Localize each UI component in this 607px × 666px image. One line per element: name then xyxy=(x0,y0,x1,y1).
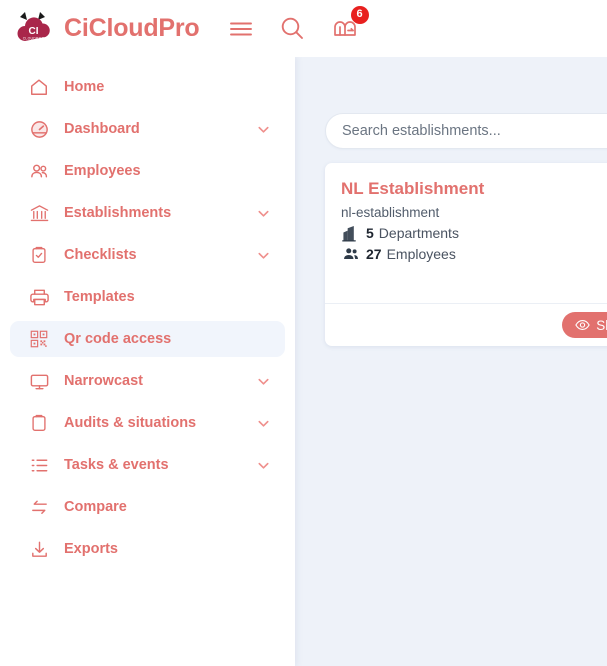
sidebar-item-qr-code-access[interactable]: Qr code access xyxy=(10,321,285,357)
sidebar-item-label: Narrowcast xyxy=(64,373,143,389)
chevron-down-icon[interactable] xyxy=(255,415,271,431)
sidebar-item-label: Qr code access xyxy=(64,331,172,347)
chevron-down-icon[interactable] xyxy=(255,247,271,263)
main-content: NL Establishment nl-establishment 5 Depa… xyxy=(295,57,607,666)
sidebar-item-templates[interactable]: Templates xyxy=(10,279,285,315)
sidebar-item-employees[interactable]: Employees xyxy=(10,153,285,189)
show-button-label: Show xyxy=(596,317,607,333)
employees-label: Employees xyxy=(386,246,456,262)
sidebar-nav: Home Dashboard Employees Establishments … xyxy=(0,57,295,666)
app-root: CI CLOUDPRO CiCloudPro 6 Home Dashboard … xyxy=(0,0,607,666)
users-icon xyxy=(28,160,50,182)
brand-title: CiCloudPro xyxy=(64,14,200,42)
clipboard-icon xyxy=(28,412,50,434)
card-footer: Show xyxy=(325,303,607,346)
logo-svg: CI CLOUDPRO xyxy=(17,11,50,41)
hamburger-glyph xyxy=(229,22,252,35)
download-icon xyxy=(28,538,50,560)
mailbox-badge-count: 6 xyxy=(350,5,369,24)
sidebar-item-label: Checklists xyxy=(64,247,137,263)
establishment-slug: nl-establishment xyxy=(341,205,440,220)
compare-arrows-icon xyxy=(28,496,50,518)
departments-count: 5 xyxy=(366,225,374,241)
show-button[interactable]: Show xyxy=(562,312,607,338)
sidebar-item-establishments[interactable]: Establishments xyxy=(10,195,285,231)
sidebar-item-label: Dashboard xyxy=(64,121,140,137)
sidebar-item-label: Compare xyxy=(64,499,127,515)
gauge-icon xyxy=(28,118,50,140)
chevron-down-icon[interactable] xyxy=(255,373,271,389)
users-icon xyxy=(341,245,360,263)
mailbox-icon[interactable]: 6 xyxy=(330,5,369,44)
sidebar-item-label: Templates xyxy=(64,289,135,305)
search-input[interactable] xyxy=(342,123,607,139)
departments-stat: 5 Departments xyxy=(341,224,607,242)
establishment-card[interactable]: NL Establishment nl-establishment 5 Depa… xyxy=(325,163,607,346)
sidebar-item-label: Audits & situations xyxy=(64,415,197,431)
sidebar-item-home[interactable]: Home xyxy=(10,69,285,105)
search-icon[interactable] xyxy=(278,14,308,44)
sidebar-item-compare[interactable]: Compare xyxy=(10,489,285,525)
cicloudpro-logo[interactable]: CI CLOUDPRO xyxy=(12,9,56,49)
search-glyph xyxy=(281,17,303,39)
home-icon xyxy=(28,76,50,98)
search-establishments-field[interactable] xyxy=(325,113,607,149)
monitor-icon xyxy=(28,370,50,392)
chevron-down-icon[interactable] xyxy=(255,121,271,137)
header-icon-group: 6 xyxy=(226,5,369,44)
sidebar-item-label: Home xyxy=(64,79,105,95)
chevron-down-icon[interactable] xyxy=(255,457,271,473)
sidebar-item-label: Exports xyxy=(64,541,118,557)
departments-label: Departments xyxy=(378,225,459,241)
sidebar-item-audits-situations[interactable]: Audits & situations xyxy=(10,405,285,441)
body-wrapper: Home Dashboard Employees Establishments … xyxy=(0,57,607,666)
sidebar-item-label: Tasks & events xyxy=(64,457,169,473)
eye-icon xyxy=(575,319,590,331)
sidebar-item-narrowcast[interactable]: Narrowcast xyxy=(10,363,285,399)
clipboard-check-icon xyxy=(28,244,50,266)
building-icon xyxy=(341,224,360,242)
app-header: CI CLOUDPRO CiCloudPro 6 xyxy=(0,0,607,57)
sidebar-item-tasks-events[interactable]: Tasks & events xyxy=(10,447,285,483)
qr-code-icon xyxy=(28,328,50,350)
printer-icon xyxy=(28,286,50,308)
svg-text:CI: CI xyxy=(29,26,39,37)
chevron-down-icon[interactable] xyxy=(255,205,271,221)
sidebar-item-dashboard[interactable]: Dashboard xyxy=(10,111,285,147)
hamburger-menu-icon[interactable] xyxy=(226,14,256,44)
sidebar-item-checklists[interactable]: Checklists xyxy=(10,237,285,273)
card-body: NL Establishment nl-establishment 5 Depa… xyxy=(325,163,607,303)
sidebar-item-label: Establishments xyxy=(64,205,172,221)
list-icon xyxy=(28,454,50,476)
establishment-title: NL Establishment xyxy=(341,179,485,198)
employees-count: 27 xyxy=(366,246,382,262)
bank-icon xyxy=(28,202,50,224)
sidebar-item-exports[interactable]: Exports xyxy=(10,531,285,567)
svg-text:CLOUDPRO: CLOUDPRO xyxy=(23,36,45,40)
employees-stat: 27 Employees xyxy=(341,245,607,263)
sidebar-item-label: Employees xyxy=(64,163,141,179)
